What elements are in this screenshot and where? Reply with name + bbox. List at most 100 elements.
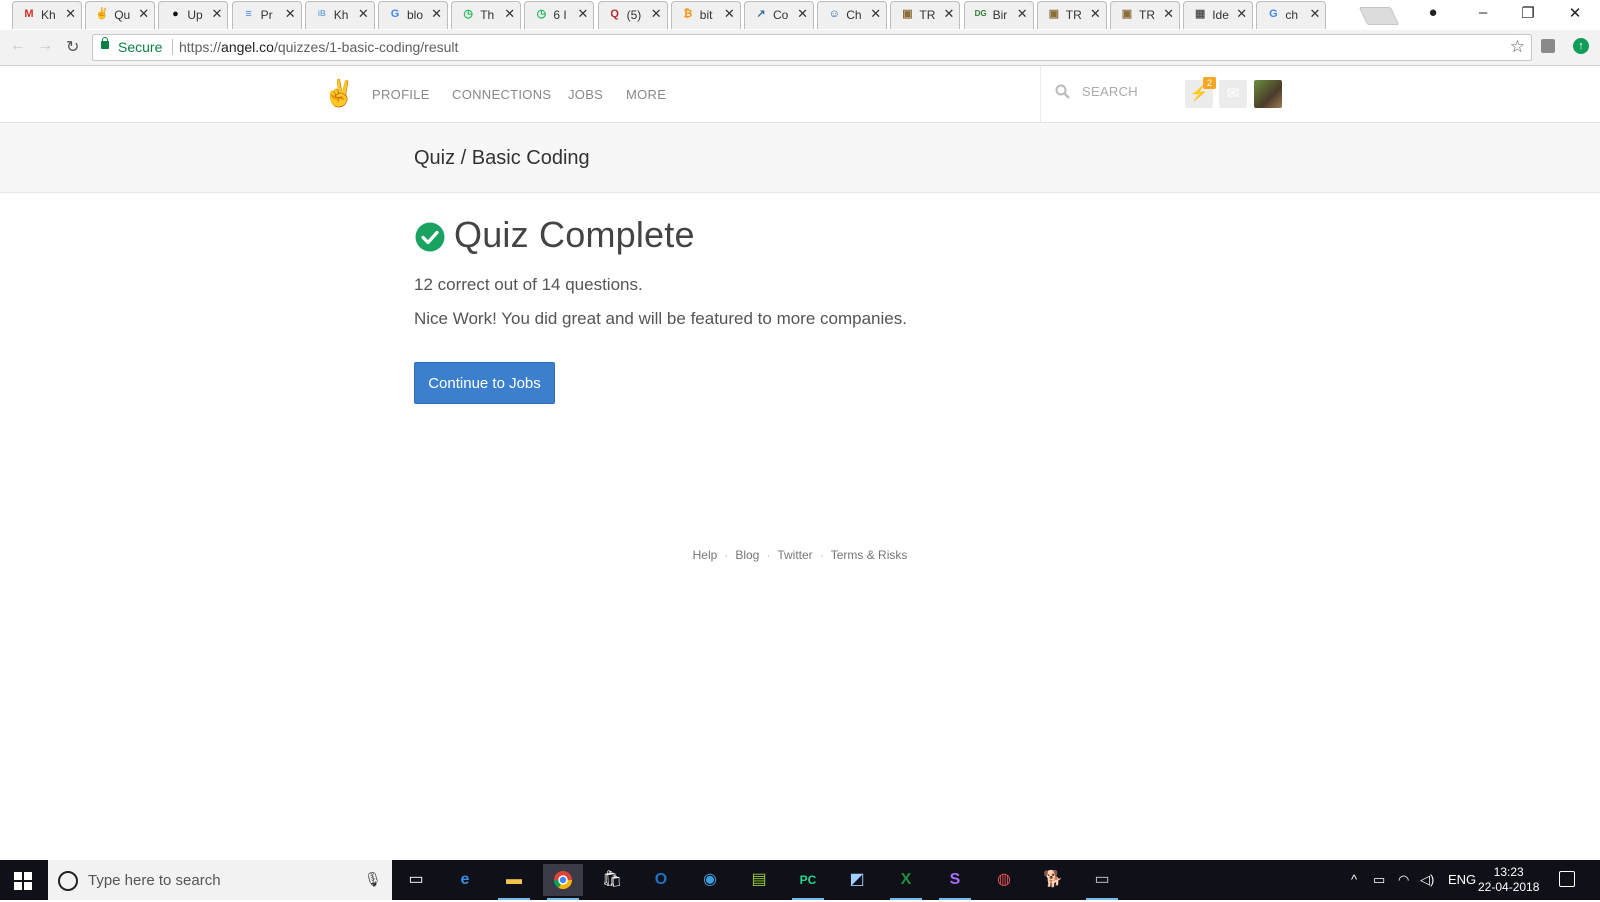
image-icon: ▣ — [902, 8, 913, 20]
reload-icon[interactable]: ↻ — [66, 37, 79, 57]
browser-tab[interactable]: ₿ bit ✕ — [670, 1, 741, 29]
result-message: Nice Work! You did great and will be fea… — [414, 309, 907, 328]
browser-tab[interactable]: ◷ 6 I ✕ — [524, 1, 595, 29]
terminal-icon[interactable]: ▭ — [1082, 864, 1122, 900]
browser-tab[interactable]: ≡ Pr ✕ — [231, 1, 302, 29]
windows-start-icon[interactable] — [14, 872, 32, 890]
store-icon[interactable]: 🛍 — [592, 864, 632, 896]
tab-close-icon[interactable]: ✕ — [431, 6, 442, 22]
excel-icon[interactable]: X — [886, 864, 926, 900]
nav-jobs[interactable]: JOBS — [568, 87, 603, 102]
tab-close-icon[interactable]: ✕ — [504, 6, 515, 22]
browser-tab[interactable]: DG Bir ✕ — [963, 1, 1034, 29]
tab-close-icon[interactable]: ✕ — [1017, 6, 1028, 22]
tab-close-icon[interactable]: ✕ — [1163, 6, 1174, 22]
check-circle-icon — [415, 222, 445, 252]
browser-tab[interactable]: ▣ TR ✕ — [890, 1, 961, 29]
clock-date: 22-04-2018 — [1478, 880, 1540, 894]
browser-tab[interactable]: ☺ Ch ✕ — [817, 1, 888, 29]
people-icon: ☺ — [828, 8, 840, 20]
dog-app-icon[interactable]: 🐕 — [1033, 864, 1073, 896]
browser-tab[interactable]: M Kh ✕ — [12, 1, 82, 29]
browser-tab[interactable]: Gblo ✕ — [378, 1, 448, 29]
tab-close-icon[interactable]: ✕ — [1236, 6, 1247, 22]
tab-close-icon[interactable]: ✕ — [943, 6, 954, 22]
notes-icon[interactable]: ◩ — [837, 864, 877, 896]
battery-icon[interactable]: ▭ — [1373, 872, 1385, 888]
restore-button[interactable]: ❐ — [1518, 4, 1538, 22]
continue-to-jobs-button[interactable]: Continue to Jobs — [414, 362, 555, 404]
language-indicator[interactable]: ENG — [1448, 872, 1476, 887]
wifi-icon[interactable]: ◠ — [1398, 872, 1409, 888]
sublime-icon[interactable]: S — [935, 864, 975, 900]
url-path: /quizzes/1-basic-coding/result — [273, 39, 459, 55]
extension-upload-icon[interactable]: ↑ — [1573, 38, 1589, 54]
browser-tab[interactable]: ● Up ✕ — [158, 1, 229, 29]
microphone-icon[interactable]: 🎙 — [364, 871, 382, 888]
footer-link-twitter[interactable]: Twitter — [777, 548, 812, 562]
pycharm-icon[interactable]: PC — [788, 864, 828, 900]
address-bar[interactable]: Secure https://angel.co/quizzes/1-basic-… — [92, 34, 1532, 61]
extension-icon[interactable] — [1541, 39, 1555, 53]
nav-connections[interactable]: CONNECTIONS — [452, 87, 551, 102]
browser-tab[interactable]: ✌ Qu ✕ — [85, 1, 156, 29]
url-text[interactable]: https://angel.co/quizzes/1-basic-coding/… — [179, 39, 458, 55]
forward-icon[interactable]: → — [37, 37, 53, 55]
browser-tab[interactable]: ▣ TR ✕ — [1036, 1, 1107, 29]
cortana-icon — [58, 871, 78, 891]
avatar[interactable] — [1254, 80, 1282, 108]
browser-tab[interactable]: ▣ TR ✕ — [1110, 1, 1180, 29]
tab-close-icon[interactable]: ✕ — [358, 6, 369, 22]
file-explorer-icon[interactable]: ▬ — [494, 864, 534, 900]
browser-tab[interactable]: ↗ Co ✕ — [744, 1, 814, 29]
tab-close-icon[interactable]: ✕ — [651, 6, 662, 22]
tab-close-icon[interactable]: ✕ — [577, 6, 588, 22]
task-view-icon[interactable]: ▭ — [396, 864, 436, 896]
chrome-icon[interactable] — [543, 864, 583, 900]
tab-close-icon[interactable]: ✕ — [1309, 6, 1320, 22]
edge-icon[interactable]: e — [445, 864, 485, 896]
bookmark-star-icon[interactable]: ☆ — [1510, 37, 1525, 57]
outlook-icon[interactable]: O — [641, 864, 681, 896]
browser-tab[interactable]: Q (5) ✕ — [597, 1, 668, 29]
messages-envelope-icon[interactable]: ✉ — [1219, 80, 1247, 108]
messenger-icon[interactable]: ◉ — [690, 864, 730, 896]
volume-icon[interactable]: ◁) — [1420, 872, 1434, 888]
minimize-button[interactable]: – — [1473, 4, 1493, 21]
browser-tab[interactable]: iB Kh ✕ — [304, 1, 375, 29]
notepad-icon[interactable]: ▤ — [739, 864, 779, 896]
footer-link-blog[interactable]: Blog — [735, 548, 759, 562]
close-window-button[interactable]: ✕ — [1565, 4, 1585, 22]
taskbar-search-box[interactable]: Type here to search 🎙 — [48, 860, 392, 900]
back-icon[interactable]: ← — [10, 37, 26, 55]
browser-tab[interactable]: ▦ Ide ✕ — [1183, 1, 1254, 29]
tab-close-icon[interactable]: ✕ — [211, 6, 222, 22]
browser-tab[interactable]: ◷ Th ✕ — [451, 1, 522, 29]
new-tab-button[interactable] — [1358, 7, 1400, 25]
breadcrumb-band: Quiz / Basic Coding — [0, 123, 1600, 193]
tab-close-icon[interactable]: ✕ — [1090, 6, 1101, 22]
breadcrumb: Quiz / Basic Coding — [414, 147, 590, 169]
profile-icon[interactable]: ● — [1423, 4, 1443, 21]
tab-close-icon[interactable]: ✕ — [138, 6, 149, 22]
search-input[interactable] — [1080, 83, 1169, 100]
action-center-icon[interactable] — [1559, 871, 1575, 887]
tab-close-icon[interactable]: ✕ — [65, 6, 76, 22]
footer-link-help[interactable]: Help — [693, 548, 718, 562]
tab-close-icon[interactable]: ✕ — [797, 6, 808, 22]
taskbar-clock[interactable]: 13:23 22-04-2018 — [1478, 865, 1539, 895]
dg-icon: DG — [974, 9, 987, 18]
tab-title: Ide — [1212, 8, 1229, 22]
angellist-logo-icon[interactable]: ✌ — [323, 78, 355, 108]
footer-link-terms[interactable]: Terms & Risks — [831, 548, 908, 562]
tray-chevron-icon[interactable]: ^ — [1351, 872, 1357, 887]
tab-title: Qu — [114, 8, 131, 22]
tab-close-icon[interactable]: ✕ — [724, 6, 735, 22]
tab-close-icon[interactable]: ✕ — [285, 6, 296, 22]
browser-alt-icon[interactable]: ◍ — [984, 864, 1024, 896]
browser-tab[interactable]: Gch ✕ — [1256, 1, 1327, 29]
nav-more[interactable]: MORE — [626, 87, 666, 102]
tab-close-icon[interactable]: ✕ — [870, 6, 881, 22]
image-icon: ▣ — [1048, 8, 1059, 20]
nav-profile[interactable]: PROFILE — [372, 87, 430, 102]
